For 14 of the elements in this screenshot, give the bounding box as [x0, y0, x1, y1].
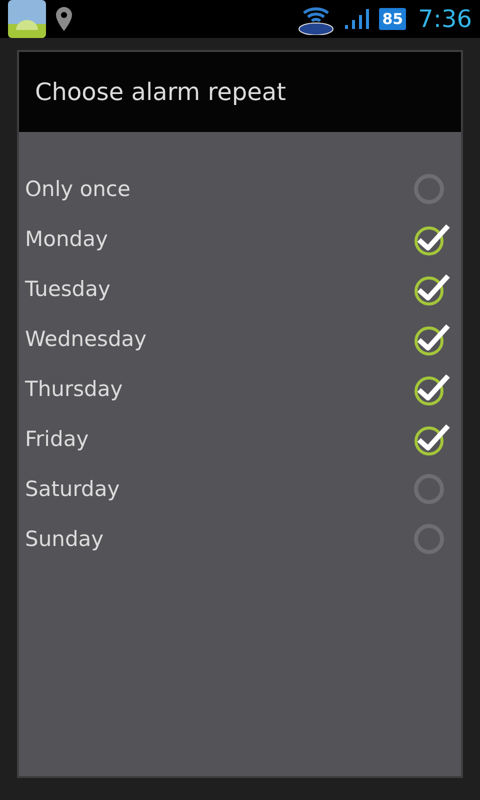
signal-icon — [343, 7, 372, 31]
location-pin-icon — [54, 6, 74, 32]
option-label[interactable]: Friday — [25, 427, 89, 451]
dialog-title: Choose alarm repeat — [35, 78, 286, 106]
option-label[interactable]: Monday — [25, 227, 108, 251]
option-label[interactable]: Tuesday — [25, 277, 110, 301]
option-label[interactable]: Only once — [25, 177, 130, 201]
option-label[interactable]: Saturday — [25, 477, 120, 501]
option-label[interactable]: Thursday — [25, 377, 123, 401]
app-icon — [8, 0, 46, 38]
option-label[interactable]: Sunday — [25, 527, 104, 551]
clock: 7:36 — [418, 5, 472, 33]
option-label[interactable]: Wednesday — [25, 327, 147, 351]
battery-level: 85 — [379, 8, 406, 30]
